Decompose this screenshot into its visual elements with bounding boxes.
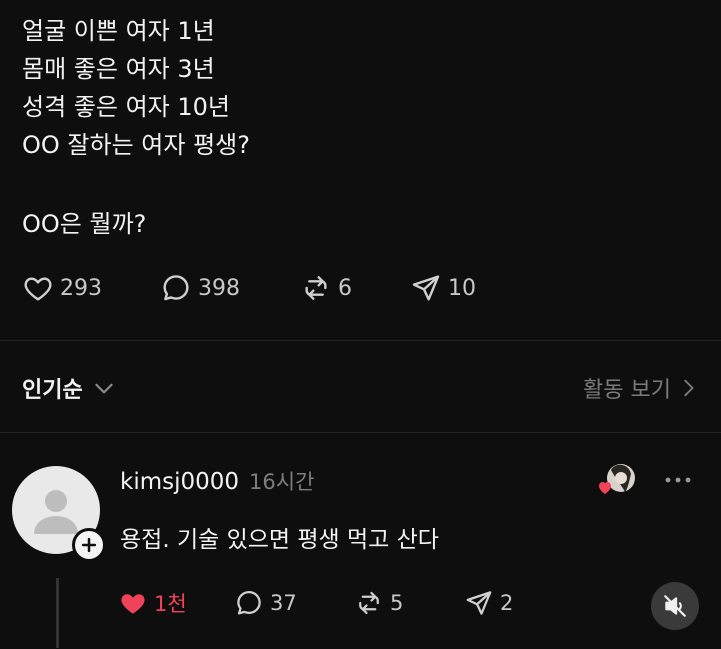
sort-label: 인기순 xyxy=(22,378,83,403)
comment-text: 용접. 기술 있으면 평생 먹고 산다 xyxy=(120,527,439,553)
mute-button[interactable] xyxy=(651,582,699,630)
comment-reply-button[interactable]: 37 xyxy=(234,588,354,618)
share-button[interactable]: 10 xyxy=(410,272,476,304)
comment-button[interactable]: 398 xyxy=(160,272,300,304)
heart-filled-icon xyxy=(121,594,145,614)
post-line-3: 성격 좋은 여자 10년 xyxy=(22,93,230,121)
plus-icon xyxy=(81,537,97,553)
post-line-1: 얼굴 이쁜 여자 1년 xyxy=(22,17,215,45)
author-liked-badge xyxy=(597,460,637,500)
share-count: 10 xyxy=(448,275,476,301)
mute-icon xyxy=(664,595,686,617)
comment-username[interactable]: kimsj0000 xyxy=(120,469,239,495)
comment-icon xyxy=(237,591,261,615)
comment-icon xyxy=(163,275,189,301)
view-activity-link[interactable]: 활동 보기 xyxy=(583,372,699,404)
comment-header: kimsj0000 16시간 xyxy=(120,466,314,496)
repost-icon xyxy=(359,591,379,615)
post-line-4: OO 잘하는 여자 평생? xyxy=(22,131,250,159)
like-button[interactable]: 293 xyxy=(22,272,160,304)
liker-avatar-icon xyxy=(599,464,635,494)
more-icon xyxy=(665,477,691,483)
comment-reply-count: 37 xyxy=(270,591,297,615)
like-count: 293 xyxy=(60,275,102,301)
comment-like-button[interactable]: 1천 xyxy=(118,588,234,618)
comment-actions: 1천 37 5 2 xyxy=(118,588,513,618)
repost-icon xyxy=(305,276,327,300)
comment-share-button[interactable]: 2 xyxy=(464,588,513,618)
post-question: OO은 뭘까? xyxy=(22,210,147,238)
chevron-down-icon xyxy=(95,383,113,394)
sort-dropdown[interactable]: 인기순 xyxy=(22,372,117,404)
repost-button[interactable]: 6 xyxy=(300,272,410,304)
comment-share-count: 2 xyxy=(500,591,514,615)
comment-item: kimsj0000 16시간 용접. 기술 있으면 평생 먹고 산다 1천 37… xyxy=(12,460,709,649)
view-activity-label: 활동 보기 xyxy=(583,378,671,403)
sort-bar: 인기순 활동 보기 xyxy=(22,368,699,408)
more-options-button[interactable] xyxy=(661,470,695,490)
chevron-right-icon xyxy=(684,379,694,397)
thread-line xyxy=(56,578,59,648)
divider-bottom xyxy=(0,432,721,433)
comment-repost-count: 5 xyxy=(390,591,404,615)
send-icon xyxy=(412,275,440,301)
post-line-2: 몸매 좋은 여자 3년 xyxy=(22,55,215,83)
comment-repost-button[interactable]: 5 xyxy=(354,588,464,618)
post-body: 얼굴 이쁜 여자 1년 몸매 좋은 여자 3년 성격 좋은 여자 10년 OO … xyxy=(22,12,250,164)
repost-count: 6 xyxy=(338,275,352,301)
comment-count: 398 xyxy=(198,275,240,301)
post-actions: 293 398 6 10 xyxy=(22,272,476,304)
heart-icon xyxy=(24,277,52,301)
follow-add-button[interactable] xyxy=(72,528,106,562)
comment-time: 16시간 xyxy=(249,470,315,494)
divider-top xyxy=(0,340,721,341)
comment-like-count: 1천 xyxy=(154,592,187,616)
send-icon xyxy=(466,591,492,615)
